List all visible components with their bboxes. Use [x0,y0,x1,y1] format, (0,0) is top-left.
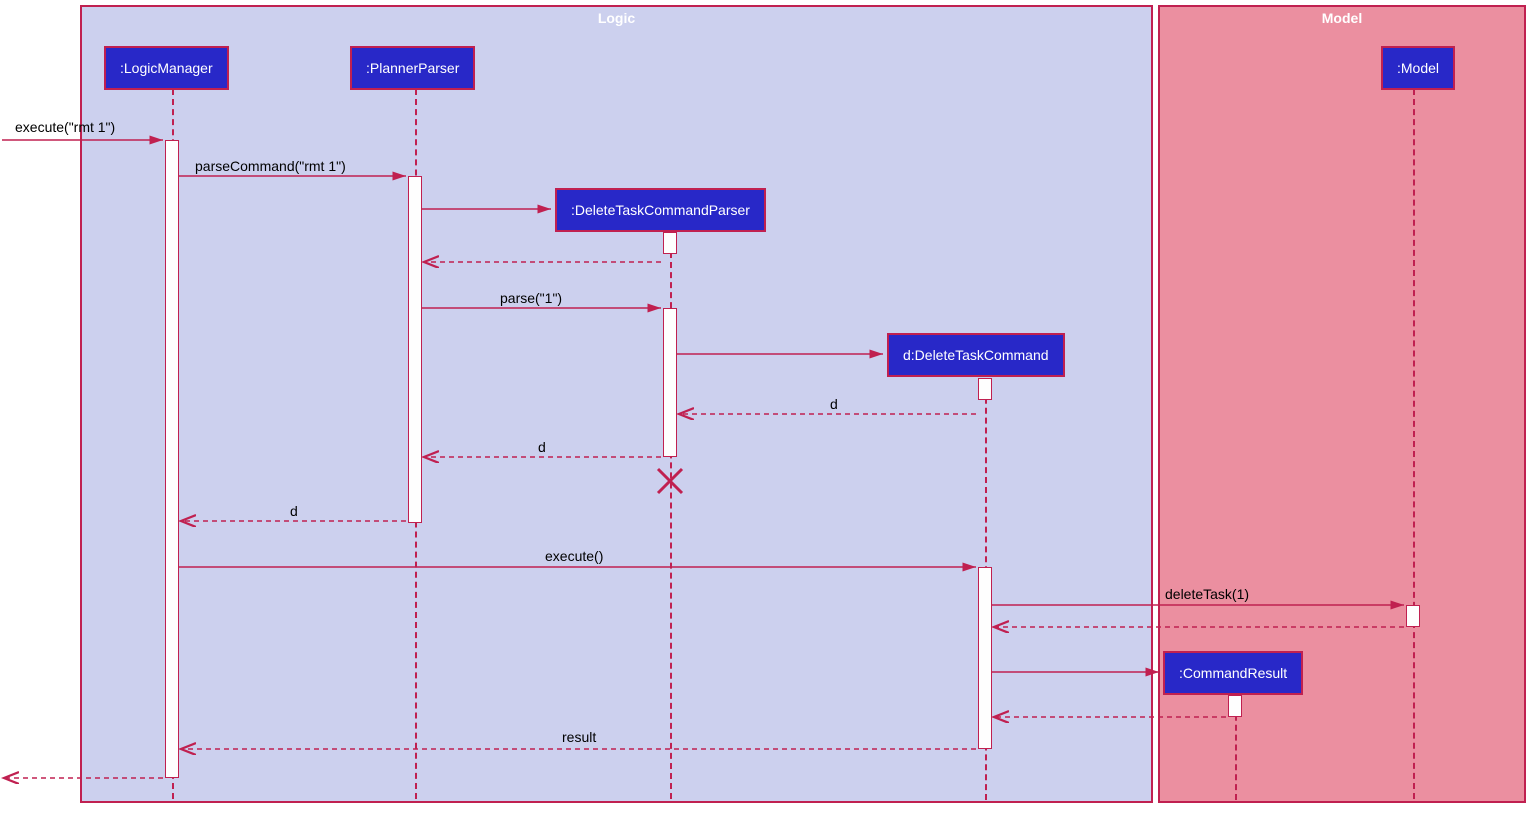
activation-dtc-execute [978,567,992,749]
msg-execute-rmt1: execute("rmt 1") [15,119,115,135]
lifeline-model [1413,89,1415,799]
participant-commandresult: :CommandResult [1163,651,1303,695]
participant-model: :Model [1381,46,1455,90]
activation-dtcparser-parse [663,308,677,457]
activation-logicmanager [165,140,179,778]
msg-result: result [562,729,596,745]
activation-model-deletetask [1406,605,1420,627]
activation-commandresult [1228,695,1242,717]
msg-d2: d [538,439,546,455]
logic-frame-title: Logic [598,10,635,26]
activation-dtcparser-create [663,232,677,254]
msg-parse1: parse("1") [500,290,562,306]
participant-plannerparser: :PlannerParser [350,46,475,90]
msg-d3: d [290,503,298,519]
participant-deletetaskcommand: d:DeleteTaskCommand [887,333,1065,377]
activation-dtc-create [978,378,992,400]
participant-deletetaskcommandparser: :DeleteTaskCommandParser [555,188,766,232]
msg-execute: execute() [545,548,603,564]
msg-deletetask: deleteTask(1) [1165,586,1249,602]
participant-logicmanager: :LogicManager [104,46,229,90]
msg-d1: d [830,396,838,412]
model-frame-title: Model [1322,10,1362,26]
msg-parsecommand: parseCommand("rmt 1") [195,158,346,174]
activation-plannerparser [408,176,422,523]
logic-frame: Logic [80,5,1153,803]
